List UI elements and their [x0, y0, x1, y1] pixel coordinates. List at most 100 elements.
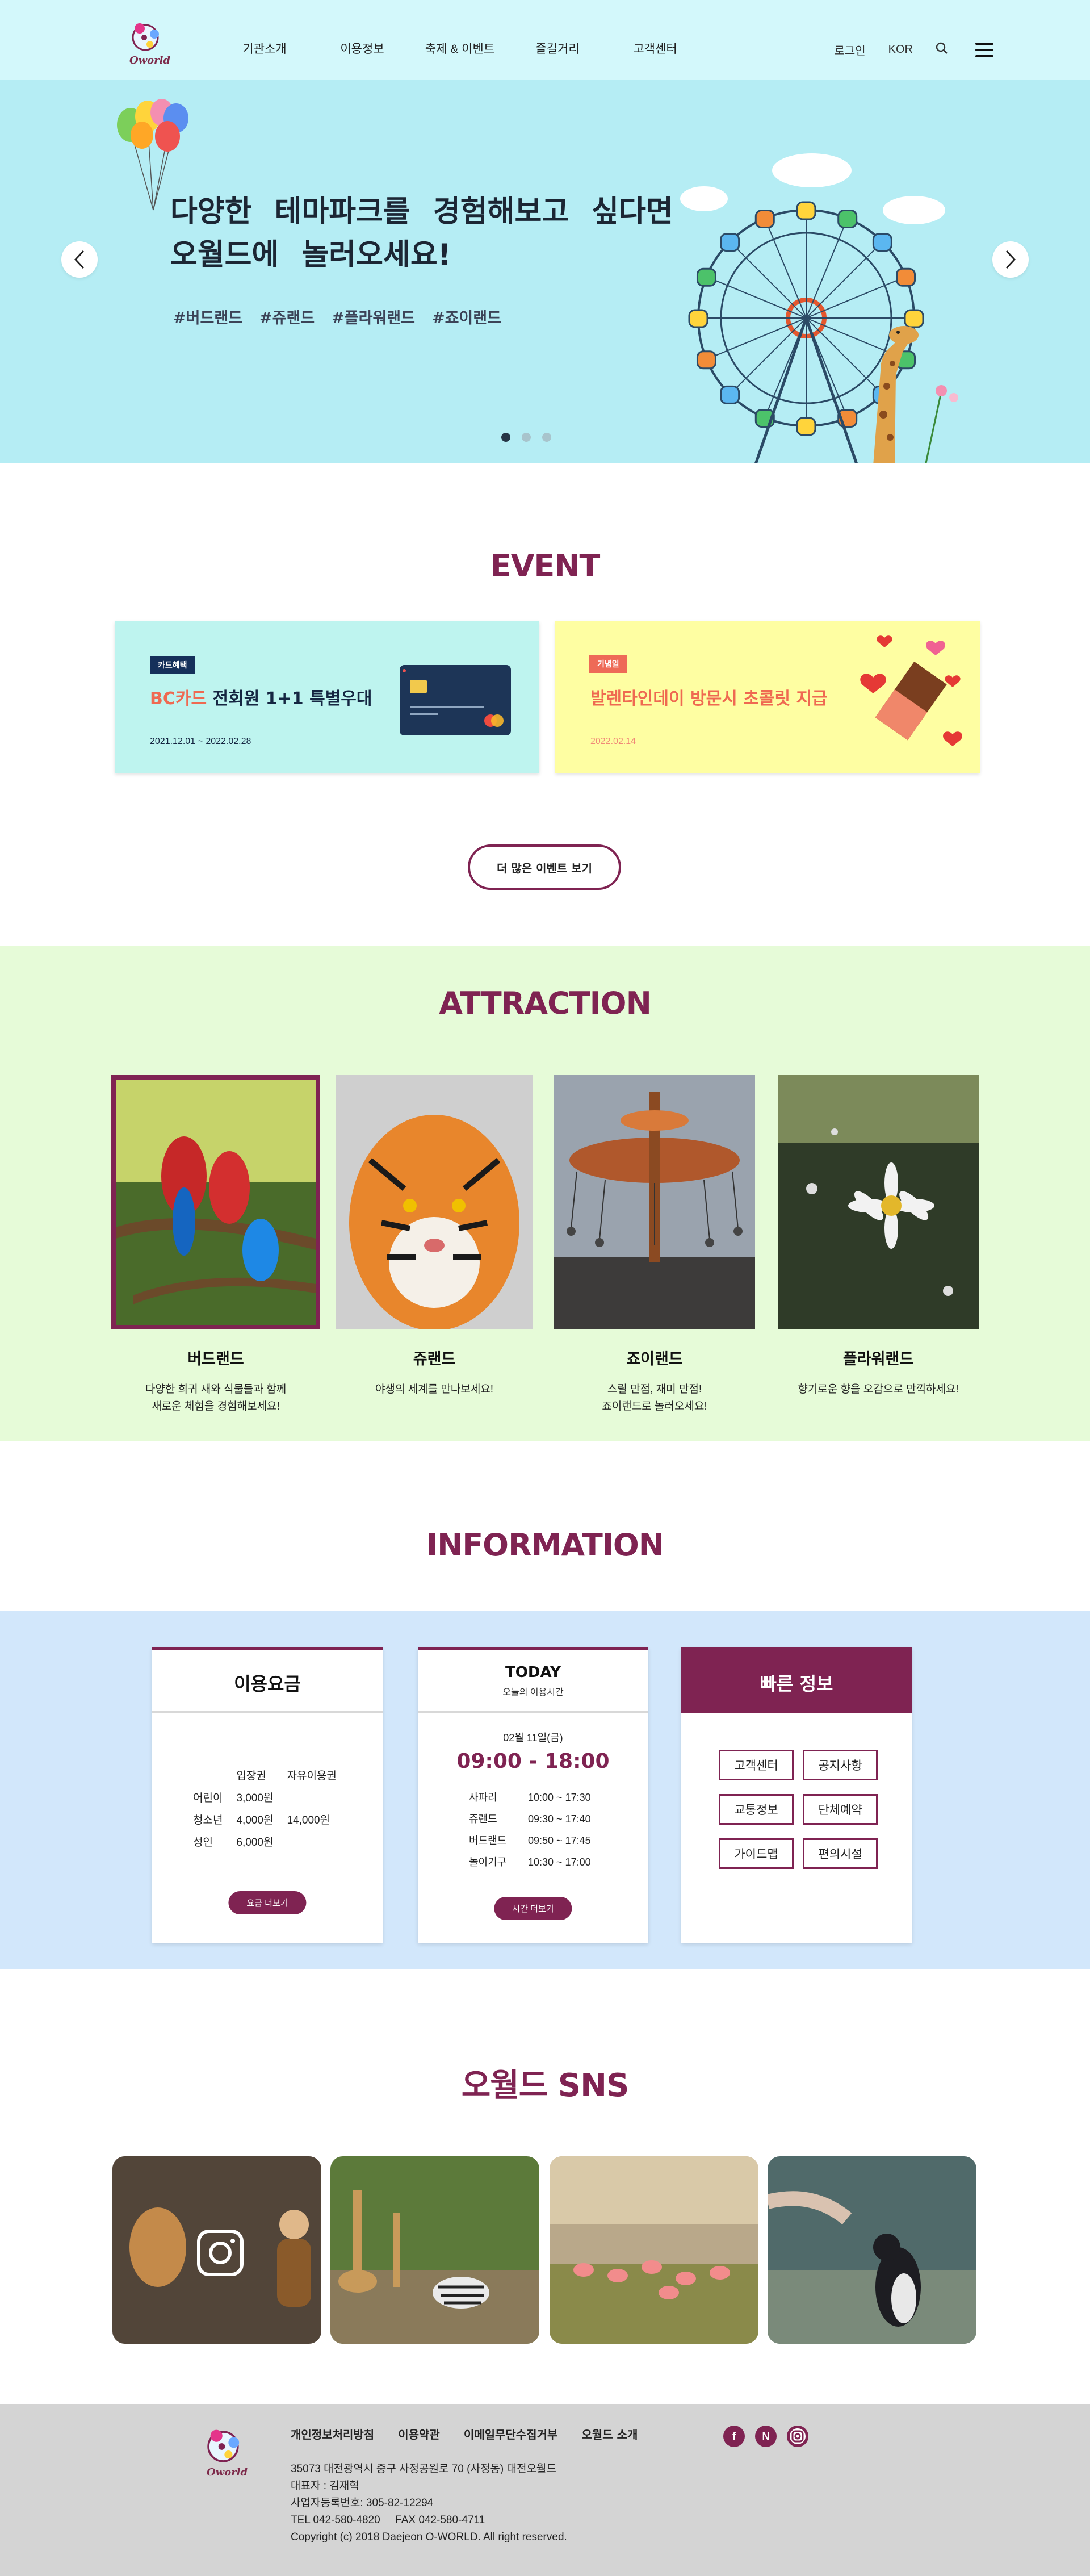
footer-business-number: 사업자등록번호: 305-82-12294	[291, 2497, 434, 2509]
today-box: TODAY 오늘의 이용시간 02월 11일(금) 09:00 - 18:00 …	[418, 1647, 648, 1943]
more-fees-button[interactable]: 요금 더보기	[228, 1891, 307, 1914]
footer-address: 35073 대전광역시 중구 사정공원로 70 (사정동) 대전오월드	[291, 2463, 556, 2475]
fee-label: 청소년	[193, 1814, 223, 1826]
hero-title: 다양한 테마파크를 경험해보고 싶다면 오월드에 놀러오세요!	[170, 195, 673, 272]
nav-item-fun[interactable]: 즐길거리	[509, 40, 606, 57]
site-header: Oworld 기관소개 이용정보 축제 & 이벤트 즐길거리 고객센터 로그인 …	[0, 0, 1090, 80]
hero-next-button[interactable]	[992, 241, 1029, 278]
schedule-name: 쥬랜드	[469, 1813, 497, 1825]
footer-info: 35073 대전광역시 중구 사정공원로 70 (사정동) 대전오월드 대표자 …	[291, 2461, 567, 2546]
slide-dot-3[interactable]	[542, 433, 551, 442]
site-logo[interactable]: Oworld	[129, 20, 171, 67]
hero-tag[interactable]: #쥬랜드	[259, 306, 315, 328]
schedule-time: 10:00 ~ 17:30	[528, 1792, 591, 1803]
event-date: 2022.02.14	[590, 737, 636, 746]
footer-logo[interactable]: Oworld	[204, 2426, 250, 2482]
quick-group-button[interactable]: 단체예약	[803, 1794, 878, 1825]
attraction-card-zooland[interactable]: 쥬랜드 야생의 세계를 만나보세요!	[336, 1075, 533, 1398]
table-row: 어린이 3,000원 14,000원	[186, 1786, 343, 1826]
sns-photo-4[interactable]	[768, 2156, 976, 2344]
sns-photo-2[interactable]	[330, 2156, 539, 2344]
quick-facilities-button[interactable]: 편의시설	[803, 1838, 878, 1869]
hero-tag[interactable]: #버드랜드	[173, 306, 242, 328]
facebook-icon[interactable]: f	[723, 2426, 745, 2447]
footer-copyright: Copyright (c) 2018 Daejeon O-WORLD. All …	[291, 2531, 567, 2543]
slide-dot-2[interactable]	[522, 433, 531, 442]
naver-blog-icon[interactable]: N	[755, 2426, 777, 2447]
sns-section: 오월드 SNS	[0, 1969, 1090, 2404]
nav-item-support[interactable]: 고객센터	[606, 40, 704, 57]
event-card-bc[interactable]: 카드혜택 BC카드 전회원 1+1 특별우대 2021.12.01 ~ 2022…	[115, 621, 539, 773]
ferris-wheel-cabin	[872, 233, 892, 252]
list-item: 쥬랜드 09:30 ~ 17:40	[469, 1808, 591, 1830]
today-hours: 09:00 - 18:00	[456, 1750, 610, 1773]
event-heading: BC카드 전회원 1+1 특별우대	[150, 684, 372, 709]
fee-label: 어린이	[193, 1792, 223, 1804]
hero-prev-button[interactable]	[61, 241, 98, 278]
attraction-image	[111, 1075, 320, 1329]
slide-indicator	[501, 433, 551, 442]
footer-link-about[interactable]: 오월드 소개	[581, 2426, 638, 2442]
event-badge: 기념일	[589, 655, 627, 673]
schedule-name: 사파리	[469, 1792, 497, 1803]
fee-header-ticket: 입장권	[236, 1770, 266, 1782]
footer-logo-text: Oworld	[206, 2466, 248, 2478]
instagram-icon[interactable]	[787, 2426, 808, 2447]
attraction-card-flowerland[interactable]: 플라워랜드 향기로운 향을 오감으로 만끽하세요!	[778, 1075, 979, 1398]
attraction-desc: 스릴 만점, 재미 만점! 죠이랜드로 놀러오세요!	[602, 1383, 707, 1412]
quick-traffic-button[interactable]: 교통정보	[719, 1794, 794, 1825]
search-icon[interactable]	[936, 42, 948, 58]
ferris-wheel-cabin	[837, 209, 858, 228]
quick-support-button[interactable]: 고객센터	[719, 1750, 794, 1780]
sns-photo-1[interactable]	[112, 2156, 321, 2344]
sns-photo-3[interactable]	[550, 2156, 758, 2344]
ferris-wheel-cabin	[688, 309, 708, 328]
header-utilities: 로그인 KOR	[834, 41, 948, 58]
login-link[interactable]: 로그인	[834, 41, 865, 58]
credit-card-icon	[400, 665, 511, 735]
information-title: INFORMATION	[426, 1527, 664, 1563]
attraction-image	[554, 1075, 755, 1329]
more-events-button[interactable]: 더 많은 이벤트 보기	[468, 844, 621, 890]
giraffe-illustration	[873, 326, 919, 463]
attraction-name: 죠이랜드	[626, 1350, 683, 1368]
list-item: 놀이기구 10:30 ~ 17:00	[469, 1851, 591, 1873]
chevron-left-icon	[74, 250, 85, 269]
nav-item-usage[interactable]: 이용정보	[313, 40, 411, 57]
table-row: 성인 6,000원	[186, 1830, 343, 1852]
ferris-wheel-cabin	[720, 385, 740, 404]
language-select[interactable]: KOR	[888, 43, 913, 56]
attraction-image	[778, 1075, 979, 1329]
today-title: TODAY	[505, 1664, 561, 1681]
nav-item-festival[interactable]: 축제 & 이벤트	[411, 40, 509, 57]
footer-link-email-policy[interactable]: 이메일무단수집거부	[464, 2426, 558, 2442]
quick-notice-button[interactable]: 공지사항	[803, 1750, 878, 1780]
event-heading: 발렌타인데이 방문시 초콜릿 지급	[590, 684, 828, 709]
nav-item-about[interactable]: 기관소개	[216, 40, 313, 57]
quick-guidemap-button[interactable]: 가이드맵	[719, 1838, 794, 1869]
footer-link-privacy[interactable]: 개인정보처리방침	[291, 2426, 374, 2442]
footer-social: f N	[723, 2426, 808, 2447]
logo-text: Oworld	[129, 55, 171, 66]
attraction-name: 쥬랜드	[413, 1350, 456, 1368]
fee-label: 성인	[193, 1837, 213, 1849]
schedule-time: 10:30 ~ 17:00	[528, 1856, 591, 1868]
ferris-wheel-cabin	[696, 267, 716, 287]
attraction-card-joyland[interactable]: 죠이랜드 스릴 만점, 재미 만점! 죠이랜드로 놀러오세요!	[554, 1075, 755, 1415]
ferris-wheel-cabin	[796, 417, 816, 436]
fee-ticket: 3,000원	[236, 1792, 274, 1804]
hamburger-menu-icon[interactable]	[975, 43, 993, 57]
hero-tag[interactable]: #플라워랜드	[332, 306, 415, 328]
attraction-card-birdland[interactable]: 버드랜드 다양한 희귀 새와 식물들과 함께 새로운 체험을 경험해보세요!	[111, 1075, 320, 1415]
event-card-valentine[interactable]: 기념일 발렌타인데이 방문시 초콜릿 지급 2022.02.14	[555, 621, 980, 773]
event-badge: 카드혜택	[150, 656, 195, 674]
quick-info-title: 빠른 정보	[760, 1673, 833, 1695]
information-section: 이용요금 입장권 자유이용권 어린이 3,000원 14,000원 청소년 4,…	[0, 1611, 1090, 1969]
quick-info-box: 빠른 정보 고객센터 공지사항 교통정보 단체예약 가이드맵 편의시설	[681, 1647, 912, 1943]
more-hours-button[interactable]: 시간 더보기	[494, 1897, 572, 1920]
slide-dot-1[interactable]	[501, 433, 510, 442]
main-nav: 기관소개 이용정보 축제 & 이벤트 즐길거리 고객센터	[216, 40, 704, 57]
event-heading-text: 발렌타인데이 방문시 초콜릿 지급	[590, 689, 828, 709]
hero-tag[interactable]: #죠이랜드	[432, 306, 501, 328]
footer-link-terms[interactable]: 이용약관	[398, 2426, 440, 2442]
